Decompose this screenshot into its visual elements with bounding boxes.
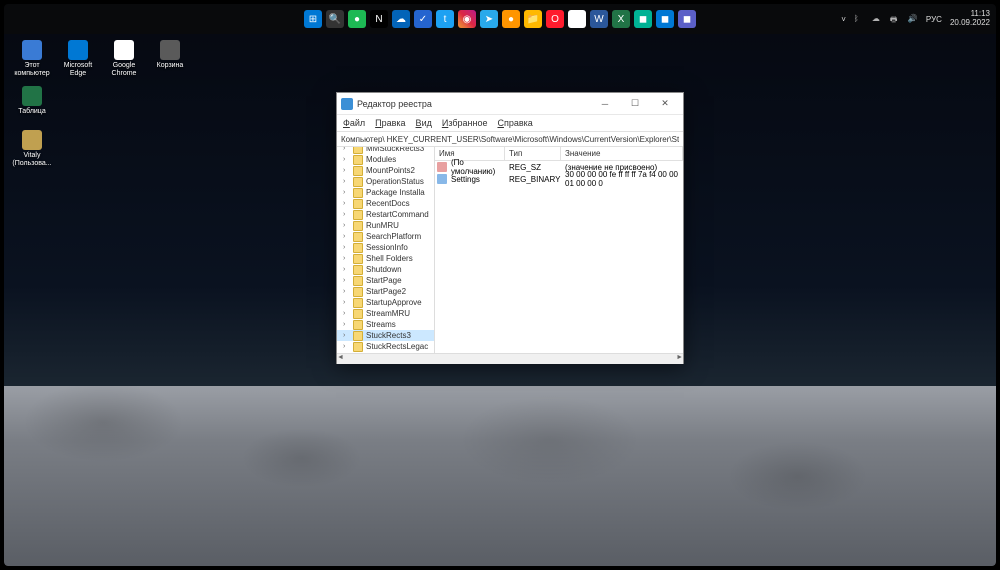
tree-item[interactable]: ›Shell Folders: [337, 253, 434, 264]
menubar: Файл Правка Вид Избранное Справка: [337, 115, 683, 131]
chevron-icon[interactable]: ˅: [841, 15, 846, 24]
table-icon[interactable]: Таблица: [10, 86, 54, 126]
printer-icon[interactable]: 🖶: [890, 14, 900, 24]
tree-item[interactable]: ›StuckRectsLegac: [337, 341, 434, 352]
path-input[interactable]: [387, 135, 679, 144]
telegram-icon[interactable]: ➤: [480, 10, 498, 28]
registry-tree[interactable]: ›FeatureUsage›FileExts›HideDesktopIco›Lo…: [337, 147, 435, 353]
tree-item[interactable]: ›StartPage2: [337, 286, 434, 297]
clock[interactable]: 11:13 20.09.2022: [950, 10, 990, 28]
desktop-icons-row2: Таблица: [10, 86, 54, 126]
path-label: Компьютер\: [341, 135, 385, 144]
tree-item[interactable]: ›RunMRU: [337, 220, 434, 231]
menu-вид[interactable]: Вид: [416, 118, 432, 128]
tree-item[interactable]: ›Streams: [337, 319, 434, 330]
wallpaper-terrain: [4, 386, 996, 566]
tree-item[interactable]: ›StreamMRU: [337, 308, 434, 319]
spotify-icon[interactable]: ●: [348, 10, 366, 28]
minimize-button[interactable]: ─: [591, 95, 619, 113]
tree-item[interactable]: ›RestartCommand: [337, 209, 434, 220]
todo-icon[interactable]: ✓: [414, 10, 432, 28]
system-tray: ˅ ᛒ ☁ 🖶 🔊 РУС 11:13 20.09.2022: [841, 10, 990, 28]
menu-правка[interactable]: Правка: [375, 118, 405, 128]
window-title: Редактор реестра: [357, 99, 591, 109]
tree-item[interactable]: ›StuckRects3: [337, 330, 434, 341]
tree-item[interactable]: ›Package Installa: [337, 187, 434, 198]
titlebar[interactable]: Редактор реестра ─ ☐ ✕: [337, 93, 683, 115]
col-value: Значение: [561, 147, 683, 160]
excel-icon[interactable]: X: [612, 10, 630, 28]
values-list[interactable]: Имя Тип Значение (По умолчанию)REG_SZ(зн…: [435, 147, 683, 353]
app-icon: [341, 98, 353, 110]
maximize-button[interactable]: ☐: [621, 95, 649, 113]
netflix-icon[interactable]: N: [370, 10, 388, 28]
app-icon[interactable]: ●: [502, 10, 520, 28]
col-type: Тип: [505, 147, 561, 160]
edge-icon[interactable]: Microsoft Edge: [56, 40, 100, 80]
opera-icon[interactable]: O: [546, 10, 564, 28]
twitter-icon[interactable]: t: [436, 10, 454, 28]
start-icon[interactable]: ⊞: [304, 10, 322, 28]
onedrive-icon[interactable]: ☁: [392, 10, 410, 28]
taskbar-apps: ⊞🔍●N☁✓t◉➤●📁O◉WX◼◼◼: [304, 10, 696, 28]
close-button[interactable]: ✕: [651, 95, 679, 113]
this-pc-icon[interactable]: Этот компьютер: [10, 40, 54, 80]
tree-item[interactable]: ›StartupApprove: [337, 297, 434, 308]
chrome-icon[interactable]: Google Chrome: [102, 40, 146, 80]
tree-item[interactable]: ›RecentDocs: [337, 198, 434, 209]
instagram-icon[interactable]: ◉: [458, 10, 476, 28]
user-icon[interactable]: Vitaly (Пользова...: [10, 130, 54, 170]
app2-icon[interactable]: ◼: [634, 10, 652, 28]
menu-избранное[interactable]: Избранное: [442, 118, 488, 128]
bluetooth-icon[interactable]: ᛒ: [854, 14, 864, 24]
app3-icon[interactable]: ◼: [656, 10, 674, 28]
chrome-icon[interactable]: ◉: [568, 10, 586, 28]
bin-icon: [437, 174, 447, 184]
volume-icon[interactable]: 🔊: [908, 14, 918, 24]
address-bar: Компьютер\: [337, 131, 683, 147]
value-row[interactable]: SettingsREG_BINARY30 00 00 00 fe ff ff f…: [435, 173, 683, 185]
horizontal-scrollbar[interactable]: [337, 354, 683, 364]
tree-item[interactable]: ›Modules: [337, 154, 434, 165]
menu-справка[interactable]: Справка: [497, 118, 532, 128]
tree-item[interactable]: ›StartPage: [337, 275, 434, 286]
menu-файл[interactable]: Файл: [343, 118, 365, 128]
recycle-icon[interactable]: Корзина: [148, 40, 192, 80]
app4-icon[interactable]: ◼: [678, 10, 696, 28]
tree-item[interactable]: ›MMStuckRects3: [337, 147, 434, 154]
tree-item[interactable]: ›OperationStatus: [337, 176, 434, 187]
taskbar: ⊞🔍●N☁✓t◉➤●📁O◉WX◼◼◼ ˅ ᛒ ☁ 🖶 🔊 РУС 11:13 2…: [4, 4, 996, 34]
cloud-icon[interactable]: ☁: [872, 14, 882, 24]
sz-icon: [437, 162, 447, 172]
language-indicator[interactable]: РУС: [926, 15, 942, 24]
tree-item[interactable]: ›MountPoints2: [337, 165, 434, 176]
registry-editor-window: Редактор реестра ─ ☐ ✕ Файл Правка Вид Избр…: [336, 92, 684, 364]
desktop-icons-row1: Этот компьютерMicrosoft EdgeGoogle Chrom…: [10, 40, 192, 80]
word-icon[interactable]: W: [590, 10, 608, 28]
explorer-icon[interactable]: 📁: [524, 10, 542, 28]
tree-item[interactable]: ›Shutdown: [337, 264, 434, 275]
search-icon[interactable]: 🔍: [326, 10, 344, 28]
desktop-icons-row3: Vitaly (Пользова...: [10, 130, 54, 170]
tree-item[interactable]: ›SessionInfo: [337, 242, 434, 253]
statusbar: [337, 353, 683, 363]
tree-item[interactable]: ›SearchPlatform: [337, 231, 434, 242]
